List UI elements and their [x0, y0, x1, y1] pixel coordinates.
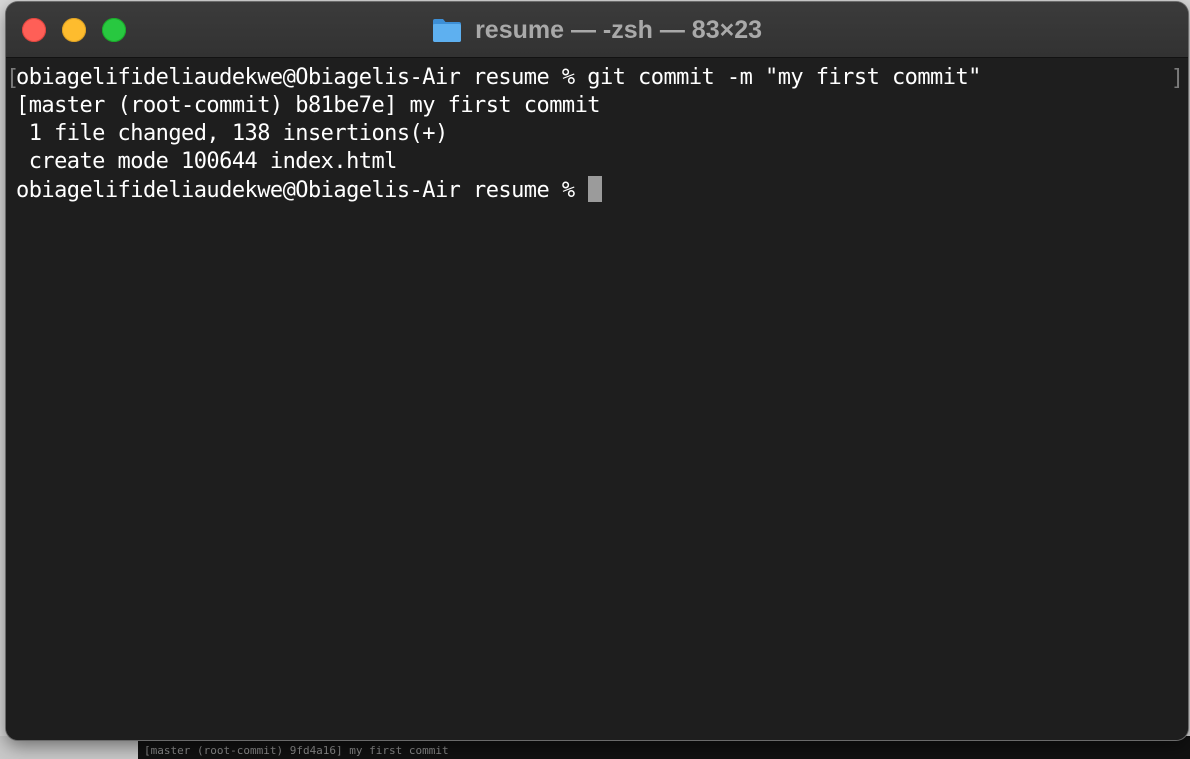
terminal-prompt-line[interactable]: obiagelifideliaudekwe@Obiagelis-Air resu…: [16, 176, 981, 204]
background-terminal-line: [master (root-commit) 9fd4a16] my first …: [144, 744, 449, 757]
terminal-line-command: obiagelifideliaudekwe@Obiagelis-Air resu…: [16, 65, 981, 90]
window-title-group: resume — -zsh — 83×23: [6, 14, 1188, 46]
window-title: resume — -zsh — 83×23: [475, 16, 763, 44]
terminal-content[interactable]: [ ] obiagelifideliaudekwe@Obiagelis-Air …: [6, 58, 1188, 740]
folder-icon: [432, 19, 461, 42]
terminal-window[interactable]: resume — -zsh — 83×23 [ ] obiagelifideli…: [6, 2, 1188, 740]
title-bar[interactable]: resume — -zsh — 83×23: [6, 2, 1188, 58]
terminal-line-files-changed: 1 file changed, 138 insertions(+): [16, 121, 449, 146]
text-cursor: [587, 176, 602, 202]
terminal-line-commit-result: [master (root-commit) b81be7e] my first …: [16, 93, 601, 118]
terminal-output: obiagelifideliaudekwe@Obiagelis-Air resu…: [16, 64, 981, 204]
terminal-prompt: obiagelifideliaudekwe@Obiagelis-Air resu…: [16, 178, 575, 203]
terminal-line-create-mode: create mode 100644 index.html: [16, 149, 398, 174]
mark-right: ]: [1170, 66, 1184, 91]
